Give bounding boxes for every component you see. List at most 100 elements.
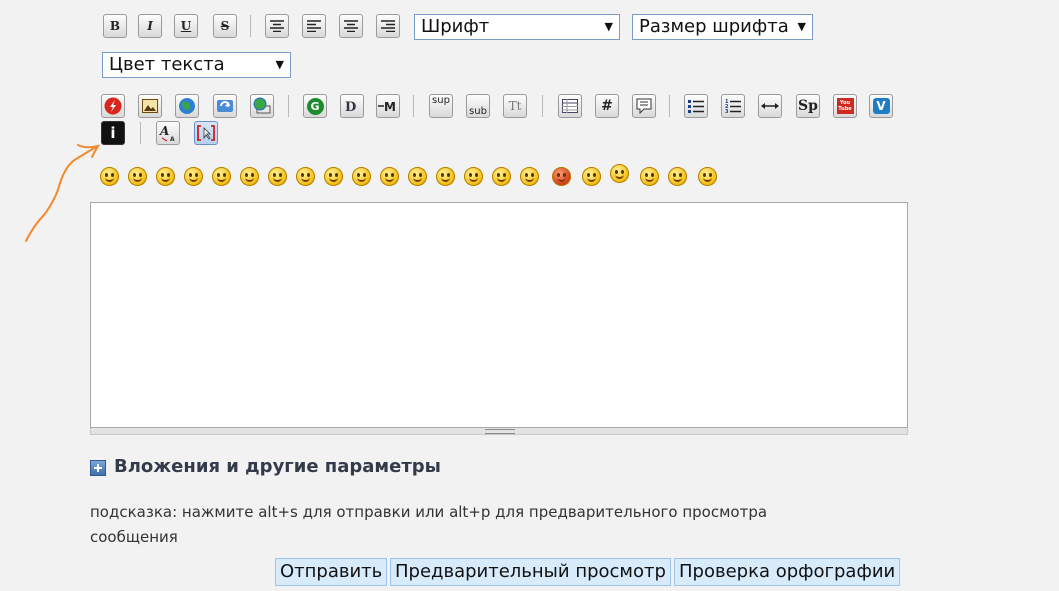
- laugh-icon[interactable]: [184, 167, 203, 186]
- toolbar-separator: [669, 95, 670, 117]
- preview-button[interactable]: Предварительный просмотр: [390, 558, 671, 586]
- flash-icon: [104, 97, 122, 115]
- svg-text:A: A: [159, 124, 169, 138]
- info-icon: i: [110, 124, 116, 142]
- align-right-icon: [381, 20, 395, 32]
- hash-icon: #: [601, 98, 613, 114]
- numbered-list-icon: 123: [725, 99, 741, 113]
- align-center-button[interactable]: [265, 14, 289, 38]
- blush-icon[interactable]: [408, 167, 427, 186]
- quote-icon: [636, 98, 652, 114]
- attachments-toggle-icon[interactable]: [90, 460, 106, 476]
- horizontal-rule-button[interactable]: [758, 94, 782, 118]
- attachments-title[interactable]: Вложения и другие параметры: [114, 456, 441, 477]
- tongue-icon[interactable]: [380, 167, 399, 186]
- align-left-icon: [307, 20, 321, 32]
- submit-button[interactable]: Отправить: [275, 558, 388, 586]
- globe-computer-icon: [253, 97, 271, 114]
- rolleyes-icon[interactable]: [352, 167, 371, 186]
- superscript-button[interactable]: sup: [429, 94, 453, 118]
- happy-icon[interactable]: [582, 167, 601, 186]
- cool-icon[interactable]: [296, 167, 315, 186]
- cry-icon[interactable]: [436, 167, 455, 186]
- spellcheck-button[interactable]: Проверка орфографии: [674, 558, 901, 586]
- devil-icon[interactable]: [552, 167, 571, 186]
- toolbar-separator: [250, 15, 251, 37]
- toolbar-separator: [288, 95, 289, 117]
- vimeo-icon: V: [872, 98, 890, 114]
- text-style-icon: AA: [159, 124, 175, 142]
- link-button[interactable]: [175, 94, 199, 118]
- wink-icon[interactable]: [464, 167, 483, 186]
- font-size-select[interactable]: Размер шрифта ▼: [632, 14, 813, 40]
- svg-text:A: A: [170, 136, 175, 142]
- align-justify-icon: [344, 20, 358, 32]
- spoiler-button[interactable]: Sp: [796, 94, 820, 118]
- strikethrough-button[interactable]: S: [213, 14, 237, 38]
- teletype-button[interactable]: Tt: [503, 94, 527, 118]
- svg-text:M: M: [384, 100, 396, 113]
- message-textarea[interactable]: [90, 202, 908, 428]
- unlink-button[interactable]: [250, 94, 274, 118]
- youtube-button[interactable]: You Tube: [833, 94, 857, 118]
- quote-button[interactable]: [632, 94, 656, 118]
- text-color-select[interactable]: Цвет текста ▼: [102, 52, 291, 78]
- nerd-icon[interactable]: [324, 167, 343, 186]
- svg-text:3: 3: [725, 109, 729, 113]
- resize-grip-icon: [485, 429, 515, 434]
- text-style-button[interactable]: AA: [156, 121, 180, 145]
- chevron-down-icon: ▼: [797, 20, 806, 33]
- hat-icon[interactable]: [610, 164, 629, 183]
- chevron-down-icon: ▼: [604, 20, 613, 33]
- globe-link-icon: [179, 98, 195, 114]
- grimace-icon[interactable]: [640, 167, 659, 186]
- shocked-icon[interactable]: [268, 167, 287, 186]
- align-justify-button[interactable]: [339, 14, 363, 38]
- image-button[interactable]: [138, 94, 162, 118]
- flash-button[interactable]: [101, 94, 125, 118]
- underline-button[interactable]: U: [174, 14, 198, 38]
- toolbar-separator: [140, 122, 141, 144]
- toolbar-separator: [542, 95, 543, 117]
- resize-handle[interactable]: [90, 428, 908, 435]
- hr-button[interactable]: M: [376, 94, 400, 118]
- love-icon[interactable]: [492, 167, 511, 186]
- table-icon: [562, 99, 578, 113]
- image-icon: [142, 99, 158, 113]
- chevron-down-icon: ▼: [275, 58, 284, 71]
- select-all-button[interactable]: [194, 121, 218, 145]
- email-button[interactable]: [213, 94, 237, 118]
- sick-icon[interactable]: [520, 167, 539, 186]
- sp-icon: Sp: [798, 98, 818, 114]
- google-icon: G: [306, 97, 324, 115]
- refresh-icon: [217, 100, 233, 112]
- font-select[interactable]: Шрифт ▼: [414, 14, 620, 40]
- bold-button[interactable]: B: [103, 14, 127, 38]
- wiki-button[interactable]: D: [340, 94, 364, 118]
- table-button[interactable]: [558, 94, 582, 118]
- youtube-icon: You Tube: [836, 98, 854, 114]
- align-center-icon: [270, 20, 284, 32]
- sad-icon[interactable]: [240, 167, 259, 186]
- align-right-button[interactable]: [376, 14, 400, 38]
- vimeo-button[interactable]: V: [869, 94, 893, 118]
- angel-icon[interactable]: [698, 167, 717, 186]
- smile-icon[interactable]: [128, 167, 147, 186]
- angry-icon[interactable]: [212, 167, 231, 186]
- dash-m-icon: M: [378, 100, 396, 113]
- bullet-list-button[interactable]: [684, 94, 708, 118]
- code-button[interactable]: #: [595, 94, 619, 118]
- hint-text: подсказка: нажмите alt+s для отправки ил…: [90, 503, 768, 546]
- italic-button[interactable]: I: [138, 14, 162, 38]
- numbered-list-button[interactable]: 123: [721, 94, 745, 118]
- cap-icon[interactable]: [668, 167, 687, 186]
- wiki-icon: D: [345, 100, 356, 113]
- bullet-list-icon: [688, 100, 704, 113]
- align-left-button[interactable]: [302, 14, 326, 38]
- horizontal-arrow-icon: [761, 103, 779, 109]
- google-button[interactable]: G: [303, 94, 327, 118]
- subscript-button[interactable]: sub: [466, 94, 490, 118]
- svg-text:D: D: [345, 100, 356, 113]
- grin-icon[interactable]: [156, 167, 175, 186]
- cursor-bracket-icon: [197, 125, 215, 141]
